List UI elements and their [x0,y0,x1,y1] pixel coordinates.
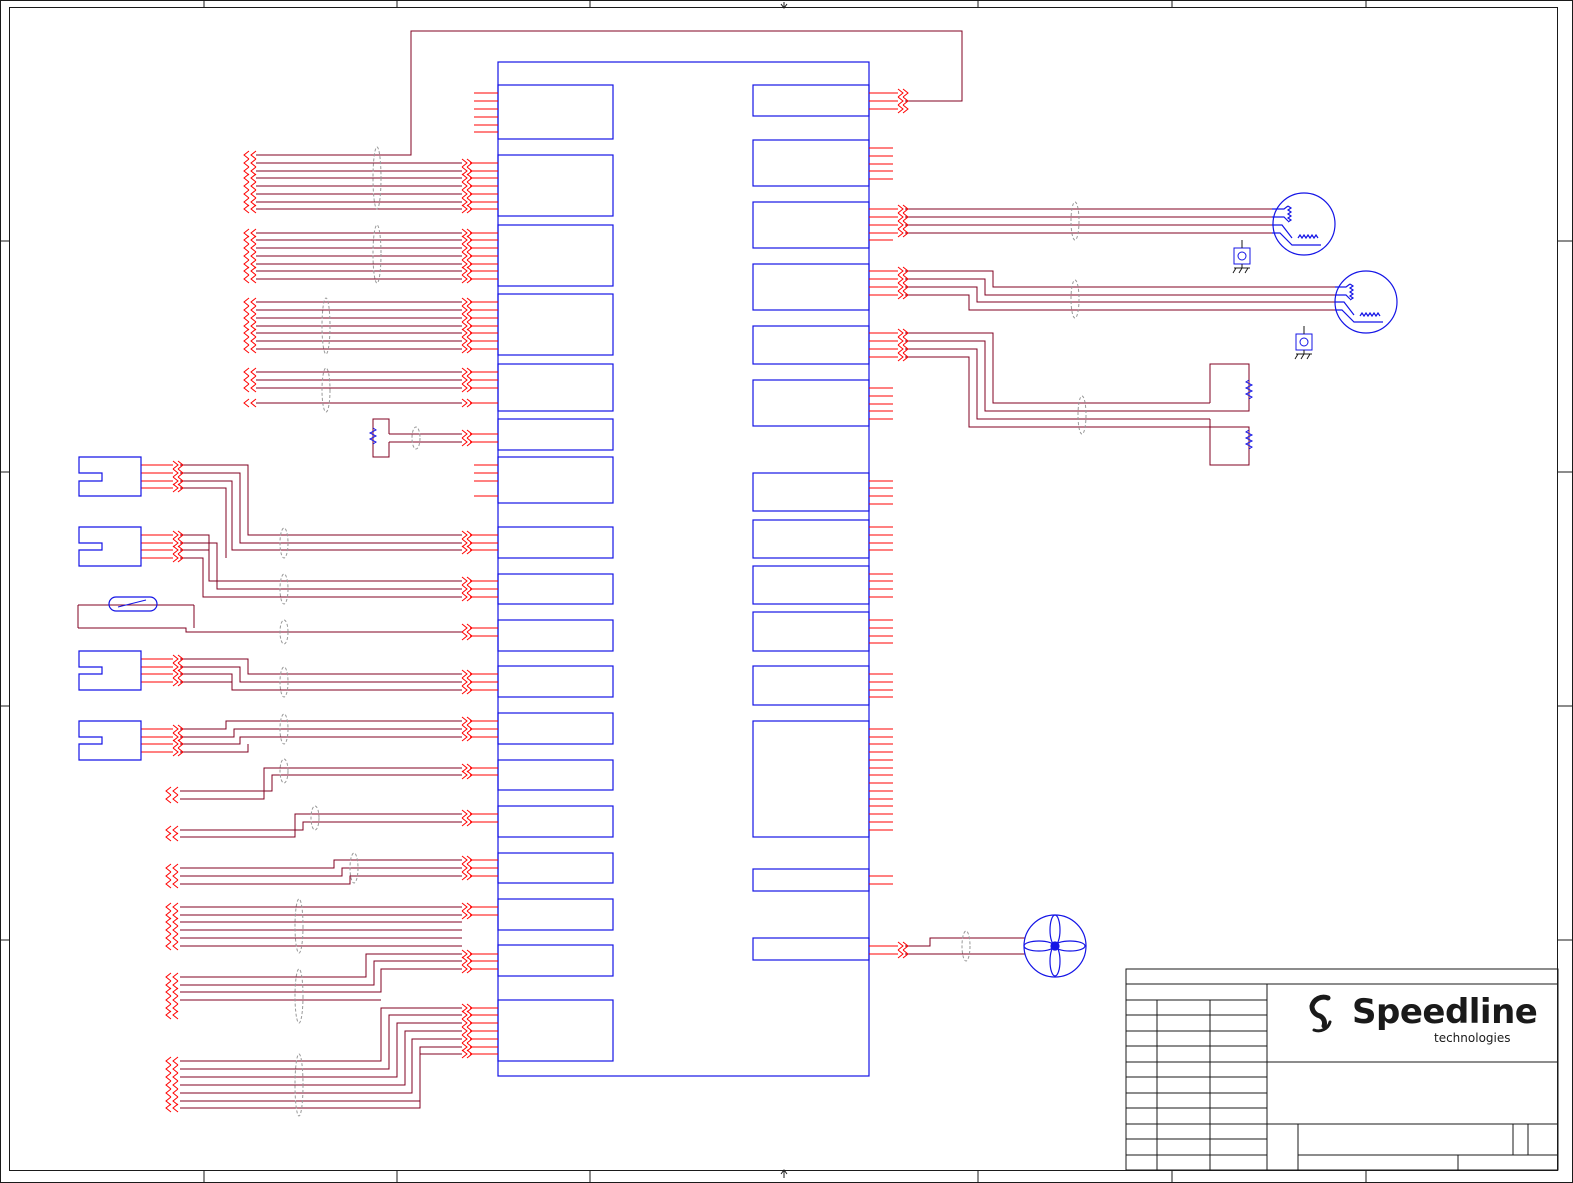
thermistor [368,418,390,458]
company-name: Speedline [1352,992,1538,1032]
fan-icon [1023,914,1087,978]
left-connector-blocks [497,84,614,1062]
sensor-3 [78,650,142,691]
sensor-2 [78,526,142,567]
company-subtitle: technologies [1434,1031,1511,1045]
main-controller-box [497,61,870,1077]
connector-chevrons [141,88,909,1113]
speedline-logo-mark-icon [1309,994,1332,1033]
center-arrow-bottom [780,1169,788,1178]
stepper-motor-1 [1272,192,1336,256]
pin-stubs [474,92,893,885]
right-connector-blocks [752,84,870,961]
harness-wires [78,30,1335,1109]
company-logo: Speedline technologies [1300,990,1538,1050]
reed-switch [77,596,194,628]
sensor-1 [78,456,142,497]
stepper-motor-2 [1334,270,1398,334]
ground-symbols [1232,240,1313,360]
sensor-4 [78,720,142,761]
heater-elements [1209,363,1254,466]
